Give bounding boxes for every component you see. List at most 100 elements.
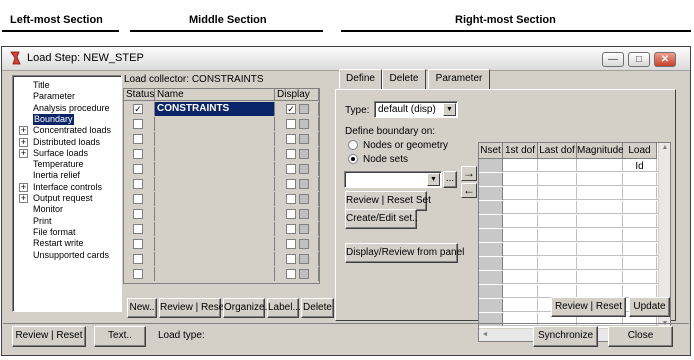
grid-column-header[interactable]: Magnitude xyxy=(577,143,624,159)
grid-cell[interactable] xyxy=(623,201,657,214)
grid-cell[interactable] xyxy=(538,215,577,228)
table-row[interactable] xyxy=(124,117,319,131)
grid-cell[interactable] xyxy=(577,257,623,270)
display-checkbox[interactable] xyxy=(286,134,296,144)
grid-row-header[interactable] xyxy=(479,201,503,214)
display-color-swatch[interactable] xyxy=(299,164,309,174)
tree-item[interactable]: + Surface loads xyxy=(13,148,119,159)
display-checkbox[interactable] xyxy=(286,254,296,264)
tree-item[interactable]: Restart write xyxy=(13,238,119,249)
column-status[interactable]: Status xyxy=(124,89,155,101)
status-checkbox[interactable] xyxy=(133,119,143,129)
table-row[interactable] xyxy=(124,267,319,281)
grid-cell[interactable] xyxy=(538,173,577,186)
grid-cell[interactable] xyxy=(503,201,538,214)
column-display[interactable]: Display xyxy=(275,89,319,101)
remove-arrow-button[interactable]: ← xyxy=(461,183,477,198)
grid-cell[interactable] xyxy=(503,271,538,284)
create-edit-set-button[interactable]: Create/Edit set.. xyxy=(345,209,418,229)
grid-row-header[interactable] xyxy=(479,271,503,284)
status-checkbox[interactable] xyxy=(133,209,143,219)
name-cell[interactable] xyxy=(155,267,275,281)
name-cell[interactable] xyxy=(155,147,275,161)
table-row[interactable] xyxy=(124,207,319,221)
grid-cell[interactable] xyxy=(538,229,577,242)
tree-item[interactable]: + Interface controls xyxy=(13,182,119,193)
grid-review-reset-button[interactable]: Review | Reset xyxy=(551,297,626,317)
status-checkbox[interactable] xyxy=(133,254,143,264)
grid-row-header[interactable] xyxy=(479,159,503,172)
tree-item[interactable]: Boundary xyxy=(13,113,119,125)
display-review-button[interactable]: Display/Review from panel xyxy=(345,243,464,263)
grid-column-header[interactable]: Load Id xyxy=(623,143,657,172)
add-arrow-button[interactable]: → xyxy=(461,166,477,181)
status-checkbox[interactable] xyxy=(133,269,143,279)
grid-column-header[interactable]: 1st dof xyxy=(503,143,538,159)
display-checkbox[interactable] xyxy=(286,224,296,234)
grid-row[interactable] xyxy=(479,229,660,242)
tree-item[interactable]: + Output request xyxy=(13,193,119,204)
column-name[interactable]: Name xyxy=(155,89,275,101)
grid-row[interactable] xyxy=(479,243,660,256)
status-checkbox[interactable] xyxy=(133,224,143,234)
grid-row[interactable] xyxy=(479,173,660,186)
display-checkbox[interactable] xyxy=(286,239,296,249)
grid-row[interactable] xyxy=(479,271,660,284)
status-checkbox[interactable] xyxy=(133,149,143,159)
table-row[interactable] xyxy=(124,147,319,161)
update-button[interactable]: Update xyxy=(629,297,670,317)
name-cell[interactable] xyxy=(155,177,275,191)
table-row[interactable] xyxy=(124,162,319,176)
grid-cell[interactable] xyxy=(503,159,538,172)
grid-row-header[interactable] xyxy=(479,187,503,200)
grid-cell[interactable] xyxy=(538,201,577,214)
name-cell[interactable] xyxy=(155,252,275,266)
display-color-swatch[interactable] xyxy=(299,119,309,129)
close-button[interactable]: Close xyxy=(608,326,673,347)
table-row[interactable] xyxy=(124,252,319,266)
node-set-select[interactable]: ▼ xyxy=(344,171,442,188)
name-cell[interactable] xyxy=(155,222,275,236)
tree-item[interactable]: Title xyxy=(13,80,119,91)
grid-cell[interactable] xyxy=(623,271,657,284)
grid-cell[interactable] xyxy=(503,243,538,256)
grid-cell[interactable] xyxy=(623,257,657,270)
status-checkbox[interactable] xyxy=(133,239,143,249)
display-checkbox[interactable] xyxy=(286,209,296,219)
grid-cell[interactable] xyxy=(503,257,538,270)
table-row[interactable] xyxy=(124,192,319,206)
grid-cell[interactable] xyxy=(623,215,657,228)
grid-cell[interactable] xyxy=(577,173,623,186)
status-checkbox[interactable] xyxy=(133,164,143,174)
grid-cell[interactable] xyxy=(538,187,577,200)
tab-parameter[interactable]: Parameter xyxy=(428,69,490,89)
grid-row-header[interactable] xyxy=(479,229,503,242)
grid-row-header[interactable] xyxy=(479,299,503,312)
title-bar[interactable]: Load Step: NEW_STEP — □ ✕ xyxy=(2,47,690,71)
tree-item[interactable]: Print xyxy=(13,216,119,227)
display-checkbox[interactable] xyxy=(286,149,296,159)
display-checkbox[interactable]: ✓ xyxy=(286,104,296,114)
grid-cell[interactable] xyxy=(577,201,623,214)
display-checkbox[interactable] xyxy=(286,194,296,204)
grid-row-header[interactable] xyxy=(479,285,503,298)
grid-cell[interactable] xyxy=(577,243,623,256)
name-cell[interactable] xyxy=(155,162,275,176)
display-color-swatch[interactable] xyxy=(299,239,309,249)
display-color-swatch[interactable] xyxy=(299,179,309,189)
label-button[interactable]: Label... xyxy=(267,298,301,318)
delete-button[interactable]: Delete xyxy=(301,298,334,318)
tree-item[interactable]: Inertia relief xyxy=(13,170,119,181)
expand-icon[interactable]: + xyxy=(19,182,28,192)
grid-row[interactable] xyxy=(479,159,660,172)
status-checkbox[interactable] xyxy=(133,194,143,204)
grid-cell[interactable] xyxy=(538,257,577,270)
display-color-swatch[interactable] xyxy=(299,224,309,234)
review-reset-set-button[interactable]: Review | Reset Set xyxy=(345,191,431,211)
type-select[interactable]: default (disp) ▼ xyxy=(374,101,458,118)
status-checkbox[interactable] xyxy=(133,179,143,189)
name-cell[interactable] xyxy=(155,132,275,146)
status-checkbox[interactable] xyxy=(133,134,143,144)
grid-cell[interactable] xyxy=(577,215,623,228)
grid-cell[interactable] xyxy=(577,229,623,242)
